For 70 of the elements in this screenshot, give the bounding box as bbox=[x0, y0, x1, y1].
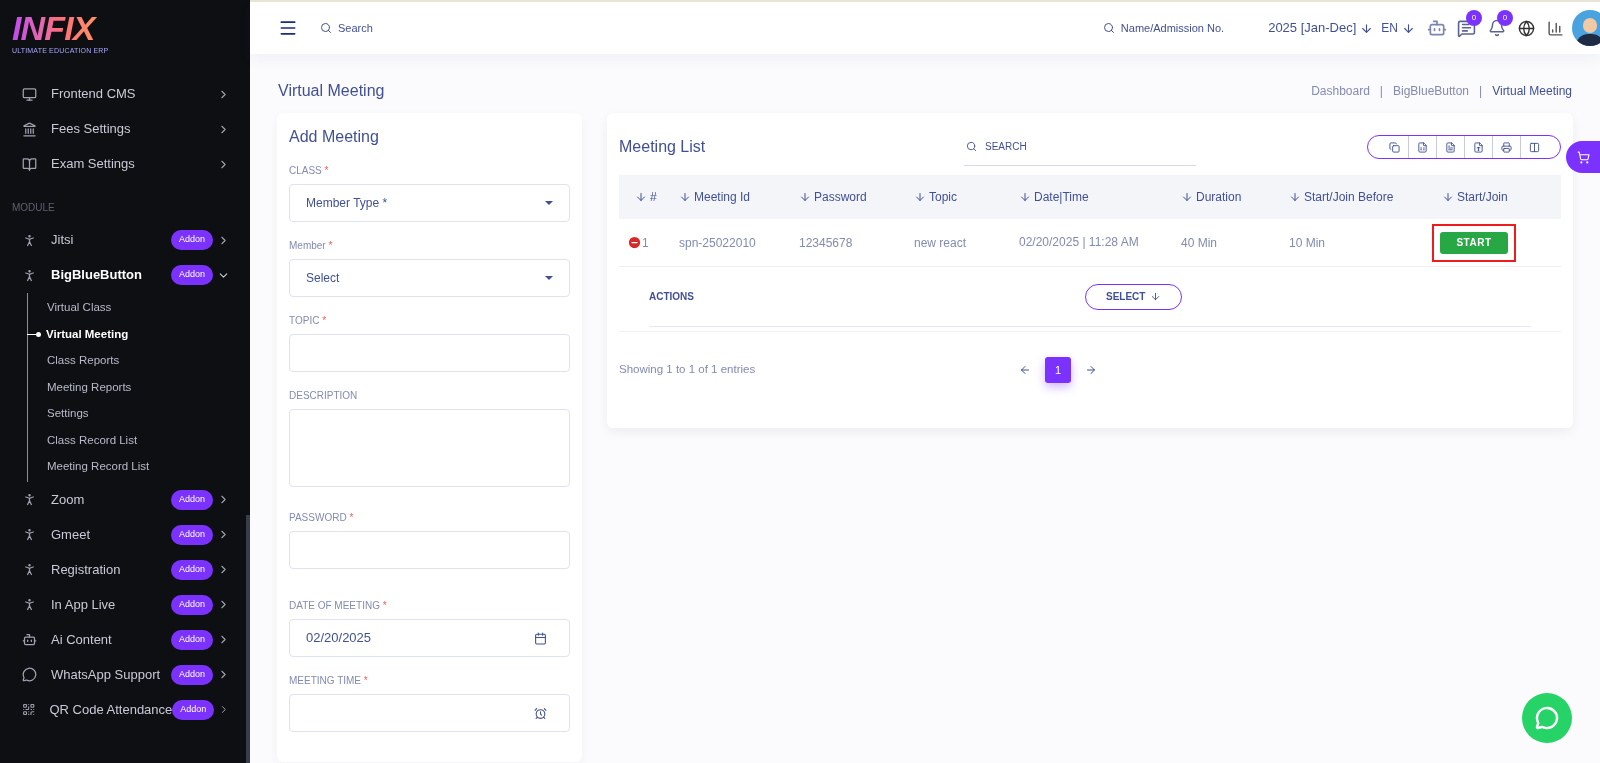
section-heading: MODULE bbox=[12, 200, 55, 215]
select-field[interactable]: Select bbox=[289, 259, 570, 297]
entries-summary: Showing 1 to 1 of 1 entries bbox=[619, 362, 757, 378]
table-cell-text: 10 Min bbox=[1289, 234, 1326, 252]
page-title: Virtual Meeting bbox=[278, 81, 385, 101]
field-label: DESCRIPTION bbox=[289, 389, 358, 403]
addon-badge: Addon bbox=[170, 489, 213, 510]
card-title: Meeting List bbox=[619, 137, 707, 157]
breadcrumb-link[interactable]: Virtual Meeting bbox=[1492, 82, 1572, 100]
field-label: Member * bbox=[289, 239, 333, 253]
addon-badge: Addon bbox=[170, 559, 213, 580]
card-title: Add Meeting bbox=[289, 127, 379, 147]
field-label: CLASS * bbox=[289, 164, 329, 178]
field-label: PASSWORD * bbox=[289, 511, 354, 525]
notification-count-badge: 0 bbox=[1497, 10, 1513, 26]
sidebar-item[interactable]: WhatsApp Support Addon bbox=[0, 657, 250, 692]
table-cell-text: spn-25022010 bbox=[679, 234, 756, 252]
addon-badge: Addon bbox=[170, 524, 213, 545]
column-header[interactable]: Start/Join Before bbox=[1289, 188, 1394, 206]
submenu-item[interactable]: Settings bbox=[47, 405, 89, 423]
field-label: MEETING TIME * bbox=[289, 674, 368, 688]
sidebar-item[interactable]: BigBlueButton Addon bbox=[0, 257, 250, 293]
sidebar-item[interactable]: Gmeet Addon bbox=[0, 517, 250, 552]
sidebar-item[interactable]: Fees Settings bbox=[0, 111, 250, 147]
column-header[interactable]: Meeting Id bbox=[679, 188, 751, 206]
sidebar-item[interactable]: Ai Content Addon bbox=[0, 622, 250, 657]
breadcrumb-separator: | bbox=[1479, 83, 1483, 100]
column-header[interactable]: Duration bbox=[1181, 188, 1242, 206]
addon-badge: Addon bbox=[170, 265, 213, 285]
sidebar-item[interactable]: Exam Settings bbox=[0, 146, 250, 182]
submenu-item[interactable]: Class Reports bbox=[47, 352, 120, 370]
table-cell-text: 02/20/2025 | 11:28 AM bbox=[1019, 234, 1140, 251]
message-count-badge: 0 bbox=[1466, 9, 1482, 26]
addon-badge: Addon bbox=[170, 664, 213, 685]
table-cell-text: 40 Min bbox=[1181, 234, 1218, 252]
table-cell-text: new react bbox=[914, 234, 967, 252]
addon-badge: Addon bbox=[170, 230, 213, 250]
table-cell-text: 12345678 bbox=[799, 234, 853, 252]
submenu-item[interactable]: Class Record List bbox=[47, 431, 138, 449]
submenu-item[interactable]: Virtual Meeting bbox=[46, 325, 129, 343]
field-label: DATE OF MEETING * bbox=[289, 599, 387, 613]
submenu-item[interactable]: Meeting Record List bbox=[47, 458, 150, 476]
sidebar-item[interactable]: Zoom Addon bbox=[0, 482, 250, 517]
column-header[interactable]: Password bbox=[799, 188, 867, 206]
column-header[interactable]: Topic bbox=[914, 188, 957, 206]
student-search-field[interactable]: Name/Admission No. bbox=[1102, 19, 1225, 37]
addon-badge: Addon bbox=[170, 594, 213, 615]
select-field[interactable]: Member Type * bbox=[289, 184, 570, 222]
column-header[interactable]: # bbox=[635, 188, 657, 206]
sidebar-item[interactable]: Frontend CMS bbox=[0, 76, 250, 112]
submenu-item[interactable]: Meeting Reports bbox=[47, 378, 132, 396]
column-header[interactable]: Date|Time bbox=[1019, 188, 1089, 206]
sidebar-item[interactable]: In App Live Addon bbox=[0, 587, 250, 622]
field-label: TOPIC * bbox=[289, 314, 327, 328]
sidebar-item[interactable]: Registration Addon bbox=[0, 552, 250, 587]
search-field[interactable]: Search bbox=[320, 19, 373, 37]
breadcrumb-separator: | bbox=[1379, 83, 1383, 100]
column-header[interactable]: Start/Join bbox=[1442, 188, 1508, 206]
addon-badge: Addon bbox=[172, 699, 215, 720]
language-dropdown[interactable]: EN bbox=[1381, 19, 1415, 37]
actions-label: ACTIONS bbox=[649, 290, 695, 304]
addon-badge: Addon bbox=[170, 629, 213, 650]
page-button[interactable]: 1 bbox=[1045, 357, 1071, 383]
sidebar-item[interactable]: QR Code Attendance Addon bbox=[0, 692, 250, 727]
date-field[interactable]: 02/20/2025 bbox=[289, 619, 570, 657]
session-dropdown[interactable]: 2025 [Jan-Dec] bbox=[1268, 18, 1374, 38]
sidebar-item[interactable]: Jitsi Addon bbox=[0, 222, 250, 258]
submenu-item[interactable]: Virtual Class bbox=[47, 299, 112, 317]
table-cell-text: 1 bbox=[642, 234, 649, 252]
table-search-field[interactable]: SEARCH bbox=[964, 128, 1196, 166]
